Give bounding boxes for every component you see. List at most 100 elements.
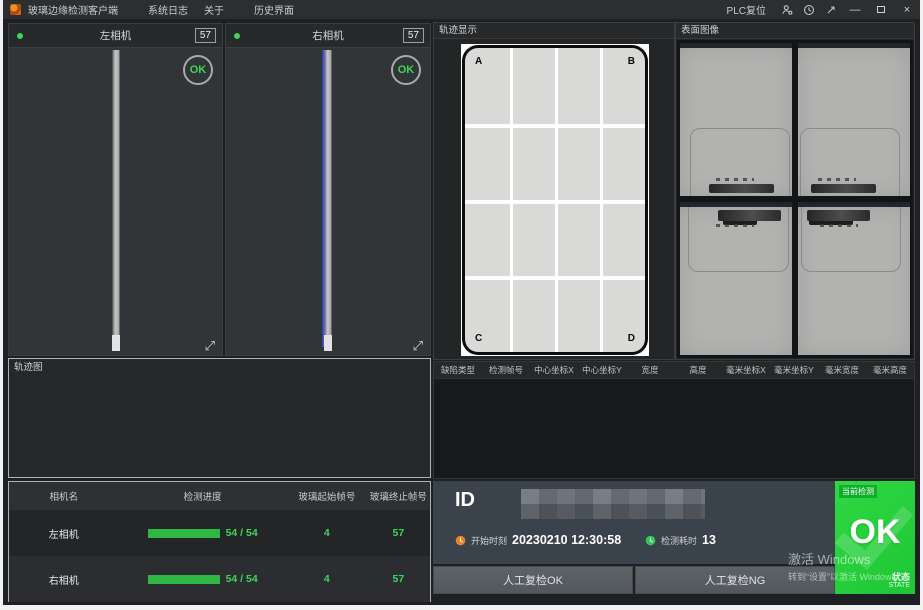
col-start-frame: 玻璃起始帧号: [287, 489, 367, 503]
glass-edge-tip: [324, 335, 332, 351]
titlebar: 玻璃边缘检测客户端 系统日志 关于 历史界面 PLC复位 —: [3, 0, 920, 19]
manual-recheck-ok-button[interactable]: 人工复检OK: [433, 566, 633, 594]
result-info-box: ID 开始时刻 20230210 12:30:58 检测耗时 13: [433, 481, 835, 564]
watermark-line1: 激活 Windows: [788, 549, 920, 568]
col-progress: 检测进度: [118, 489, 286, 503]
surface-image-grid: [677, 40, 913, 358]
camera-progress-table: 相机名 检测进度 玻璃起始帧号 玻璃终止帧号 左相机 54 / 54 4 57 …: [8, 481, 431, 602]
current-detection-label: 当前检测: [839, 485, 877, 498]
left-camera-frame-count: 57: [195, 28, 216, 43]
menu-system-log[interactable]: 系统日志: [140, 2, 196, 17]
id-label: ID: [455, 489, 475, 512]
progress-bar: [148, 529, 220, 538]
app-title: 玻璃边缘检测客户端: [28, 2, 118, 17]
left-camera-status-badge: OK: [183, 55, 213, 85]
col-width: 宽度: [626, 364, 674, 376]
windows-activation-watermark: 激活 Windows 转到“设置”以激活 Windows。: [788, 549, 920, 583]
col-center-x: 中心坐标X: [530, 364, 578, 376]
menu-history[interactable]: 历史界面: [246, 2, 302, 17]
col-mm-x: 毫米坐标X: [722, 364, 770, 376]
defect-table: 缺陷类型 检测帧号 中心坐标X 中心坐标Y 宽度 高度 毫米坐标X 毫米坐标Y …: [433, 361, 915, 479]
right-camera-title: 右相机: [312, 28, 344, 43]
camera-online-dot: [234, 33, 240, 39]
col-camera-name: 相机名: [9, 489, 118, 503]
surface-panel-title: 表面图像: [676, 23, 914, 39]
end-frame-value: 57: [367, 527, 430, 539]
col-defect-type: 缺陷类型: [434, 364, 482, 376]
col-mm-height: 毫米高度: [866, 364, 914, 376]
surface-image-quadrant[interactable]: [680, 202, 792, 355]
col-detect-frame: 检测帧号: [482, 364, 530, 376]
camera-table-header: 相机名 检测进度 玻璃起始帧号 玻璃终止帧号: [9, 482, 430, 510]
start-clock-icon: [455, 535, 466, 546]
corner-label-a: A: [475, 56, 482, 67]
left-camera-title: 左相机: [100, 28, 132, 43]
menu-about[interactable]: 关于: [196, 2, 232, 17]
id-value-redacted: [521, 489, 705, 519]
user-settings-icon[interactable]: [776, 0, 798, 19]
elapsed-clock-icon: [645, 535, 656, 546]
corner-label-d: D: [628, 333, 635, 344]
trajectory-map-title: 轨迹图: [9, 359, 430, 377]
elapsed-value: 13: [702, 533, 716, 547]
right-camera-view[interactable]: OK ⤢: [226, 48, 430, 355]
start-time-row: 开始时刻 20230210 12:30:58: [455, 533, 621, 547]
state-label-en: STATE: [888, 582, 910, 590]
screenshot-stage: 玻璃边缘检测客户端 系统日志 关于 历史界面 PLC复位 —: [0, 0, 923, 610]
trajectory-map-panel: 轨迹图: [8, 358, 431, 478]
history-clock-icon[interactable]: [798, 0, 820, 19]
right-camera-header: 右相机 57: [226, 24, 430, 48]
start-time-label: 开始时刻: [471, 534, 507, 547]
start-time-value: 20230210 12:30:58: [512, 533, 621, 547]
right-camera-frame-count: 57: [403, 28, 424, 43]
table-row[interactable]: 左相机 54 / 54 4 57: [9, 510, 430, 556]
restore-icon: [877, 6, 885, 13]
right-camera-status-badge: OK: [391, 55, 421, 85]
progress-text: 54 / 54: [226, 527, 258, 539]
glass-edge-strip: [112, 50, 119, 347]
camera-name: 左相机: [9, 526, 118, 541]
minimize-button[interactable]: —: [842, 0, 868, 19]
trajectory-display-panel: 轨迹显示 A B C D: [433, 22, 675, 360]
left-camera-header: 左相机 57: [9, 24, 222, 48]
app-logo-icon: [10, 4, 21, 15]
glass-edge-strip-blue: [325, 50, 332, 347]
surface-image-quadrant[interactable]: [798, 43, 910, 196]
app-window: 玻璃边缘检测客户端 系统日志 关于 历史界面 PLC复位 —: [3, 0, 920, 605]
progress-text: 54 / 54: [226, 573, 258, 585]
recheck-button-row: 人工复检OK 人工复检NG: [433, 566, 835, 594]
result-value: OK: [835, 513, 915, 552]
left-camera-panel: 左相机 57 OK ⤢: [8, 23, 223, 356]
restore-button[interactable]: [868, 0, 894, 19]
progress-cell: 54 / 54: [118, 527, 286, 539]
col-mm-y: 毫米坐标Y: [770, 364, 818, 376]
surface-image-quadrant[interactable]: [798, 202, 910, 355]
glass-outline-shape: A B C D: [462, 45, 648, 355]
watermark-line2: 转到“设置”以激活 Windows。: [788, 570, 920, 583]
surface-image-quadrant[interactable]: [680, 43, 792, 196]
elapsed-label: 检测耗时: [661, 534, 697, 547]
table-row[interactable]: 右相机 54 / 54 4 57: [9, 556, 430, 602]
progress-cell: 54 / 54: [118, 573, 286, 585]
camera-name: 右相机: [9, 572, 118, 587]
progress-bar: [148, 575, 220, 584]
right-camera-panel: 右相机 57 OK ⤢: [225, 23, 431, 356]
defect-table-header: 缺陷类型 检测帧号 中心坐标X 中心坐标Y 宽度 高度 毫米坐标X 毫米坐标Y …: [434, 362, 914, 379]
start-frame-value: 4: [287, 573, 367, 585]
trajectory-display-title: 轨迹显示: [434, 23, 674, 39]
elapsed-time-row: 检测耗时 13: [645, 533, 716, 547]
close-button[interactable]: ×: [894, 0, 920, 19]
col-mm-width: 毫米宽度: [818, 364, 866, 376]
left-camera-view[interactable]: OK ⤢: [9, 48, 222, 355]
end-frame-value: 57: [367, 573, 430, 585]
camera-online-dot: [17, 33, 23, 39]
col-center-y: 中心坐标Y: [578, 364, 626, 376]
corner-label-c: C: [475, 333, 482, 344]
start-frame-value: 4: [287, 527, 367, 539]
expand-icon[interactable]: ⤢: [413, 339, 423, 352]
col-end-frame: 玻璃终止帧号: [367, 489, 430, 503]
glass-edge-tip: [112, 335, 120, 351]
scale-arrow-icon[interactable]: [820, 0, 842, 19]
plc-reset-button[interactable]: PLC复位: [717, 2, 776, 17]
expand-icon[interactable]: ⤢: [205, 339, 215, 352]
